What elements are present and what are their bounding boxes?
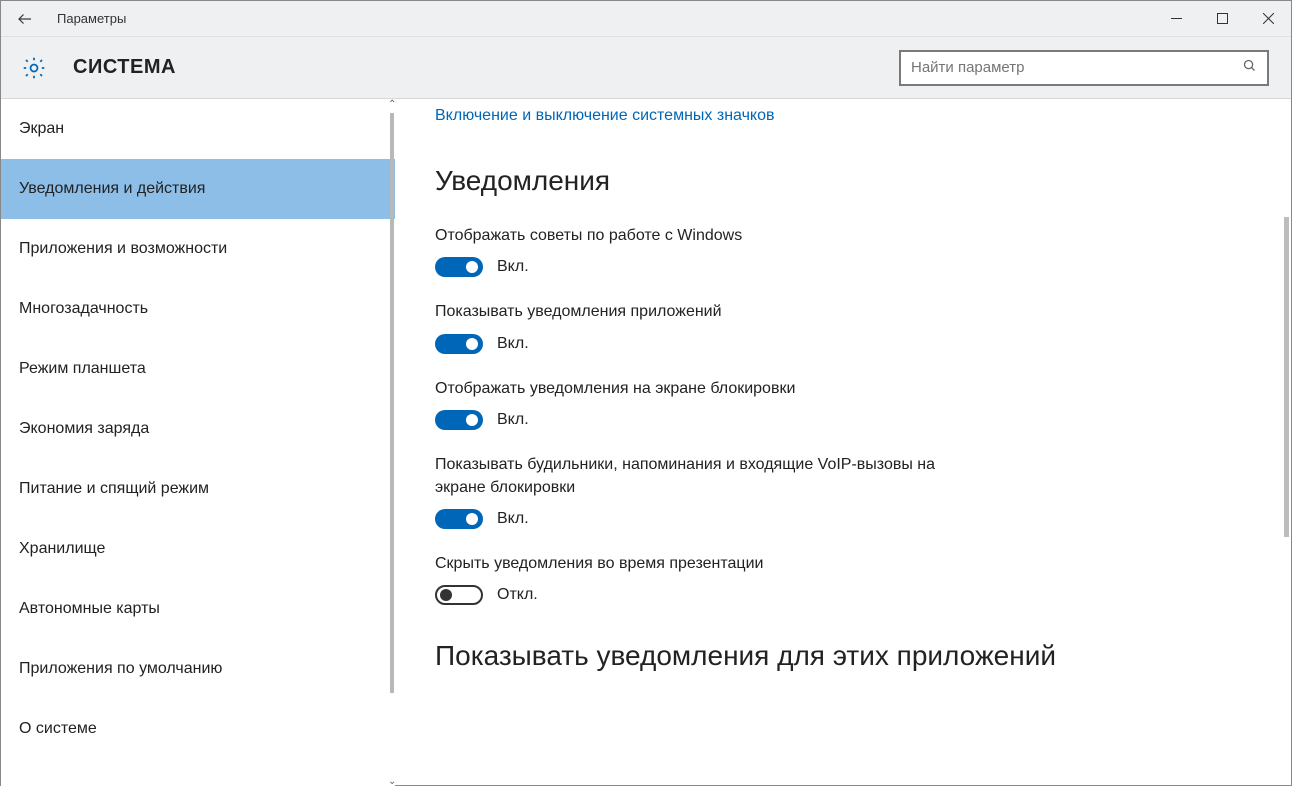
sidebar-item-7[interactable]: Хранилище [1, 519, 395, 579]
toggle-knob [466, 338, 478, 350]
toggle-state-label: Откл. [497, 586, 538, 604]
minimize-icon [1171, 13, 1182, 24]
section-apps-title: Показывать уведомления для этих приложен… [435, 637, 1251, 675]
toggle-switch[interactable] [435, 334, 483, 354]
scroll-thumb[interactable] [390, 113, 394, 693]
toggle-switch[interactable] [435, 257, 483, 277]
setting-label: Скрыть уведомления во время презентации [435, 553, 955, 575]
toggle-row: Вкл. [435, 257, 1251, 277]
setting-1: Показывать уведомления приложений Вкл. [435, 301, 1251, 353]
sidebar-item-label: Приложения и возможности [19, 240, 227, 258]
toggle-knob [466, 261, 478, 273]
toggle-state-label: Вкл. [497, 258, 529, 276]
maximize-icon [1217, 13, 1228, 24]
search-icon [1242, 58, 1257, 77]
sidebar-item-label: Экономия заряда [19, 420, 149, 438]
toggle-row: Откл. [435, 585, 1251, 605]
sidebar-item-label: Многозадачность [19, 300, 148, 318]
sidebar-item-6[interactable]: Питание и спящий режим [1, 459, 395, 519]
sidebar-item-label: Хранилище [19, 540, 105, 558]
sidebar-item-label: Приложения по умолчанию [19, 660, 222, 678]
sidebar-item-label: О системе [19, 720, 97, 738]
back-button[interactable] [1, 1, 49, 37]
toggle-row: Вкл. [435, 334, 1251, 354]
sidebar-item-1[interactable]: Уведомления и действия [1, 159, 395, 219]
setting-0: Отображать советы по работе с Windows Вкл… [435, 225, 1251, 277]
toggle-switch[interactable] [435, 410, 483, 430]
sidebar-item-5[interactable]: Экономия заряда [1, 399, 395, 459]
close-icon [1263, 13, 1274, 24]
system-icons-link[interactable]: Включение и выключение системных значков [435, 107, 1251, 125]
content-scrollbar[interactable] [1283, 197, 1291, 787]
sidebar-item-9[interactable]: Приложения по умолчанию [1, 639, 395, 699]
sidebar-item-2[interactable]: Приложения и возможности [1, 219, 395, 279]
toggle-row: Вкл. [435, 509, 1251, 529]
sidebar-item-3[interactable]: Многозадачность [1, 279, 395, 339]
page-title: СИСТЕМА [73, 56, 176, 79]
setting-4: Скрыть уведомления во время презентации О… [435, 553, 1251, 605]
sidebar-item-4[interactable]: Режим планшета [1, 339, 395, 399]
sidebar-item-label: Автономные карты [19, 600, 160, 618]
sidebar-item-8[interactable]: Автономные карты [1, 579, 395, 639]
content-scroll-thumb[interactable] [1284, 217, 1289, 537]
header: СИСТЕМА [1, 37, 1291, 99]
sidebar-item-label: Уведомления и действия [19, 180, 205, 198]
toggle-knob [466, 513, 478, 525]
setting-label: Показывать будильники, напоминания и вхо… [435, 454, 955, 499]
minimize-button[interactable] [1153, 1, 1199, 37]
setting-3: Показывать будильники, напоминания и вхо… [435, 454, 1251, 529]
setting-2: Отображать уведомления на экране блокиро… [435, 378, 1251, 430]
toggle-switch[interactable] [435, 509, 483, 529]
toggle-state-label: Вкл. [497, 510, 529, 528]
toggle-knob [466, 414, 478, 426]
titlebar: Параметры [1, 1, 1291, 37]
arrow-left-icon [16, 10, 34, 28]
sidebar: Экран Уведомления и действия Приложения и … [1, 99, 395, 787]
toggle-knob [440, 589, 452, 601]
section-notifications-title: Уведомления [435, 165, 1251, 197]
toggle-switch[interactable] [435, 585, 483, 605]
toggle-state-label: Вкл. [497, 411, 529, 429]
toggle-state-label: Вкл. [497, 335, 529, 353]
setting-label: Отображать советы по работе с Windows [435, 225, 955, 247]
sidebar-item-label: Экран [19, 120, 64, 138]
maximize-button[interactable] [1199, 1, 1245, 37]
sidebar-item-10[interactable]: О системе [1, 699, 395, 759]
setting-label: Отображать уведомления на экране блокиро… [435, 378, 955, 400]
search-input[interactable] [911, 59, 1242, 76]
window-controls [1153, 1, 1291, 37]
sidebar-item-label: Режим планшета [19, 360, 146, 378]
content-area: Включение и выключение системных значков… [395, 99, 1291, 787]
gear-icon [21, 55, 47, 81]
close-button[interactable] [1245, 1, 1291, 37]
sidebar-item-label: Питание и спящий режим [19, 480, 209, 498]
toggle-row: Вкл. [435, 410, 1251, 430]
search-box[interactable] [899, 50, 1269, 86]
sidebar-item-0[interactable]: Экран [1, 99, 395, 159]
setting-label: Показывать уведомления приложений [435, 301, 955, 323]
window-title: Параметры [57, 11, 126, 26]
scroll-down-icon[interactable]: ⌄ [388, 776, 395, 787]
scroll-up-icon[interactable]: ⌃ [388, 99, 395, 110]
